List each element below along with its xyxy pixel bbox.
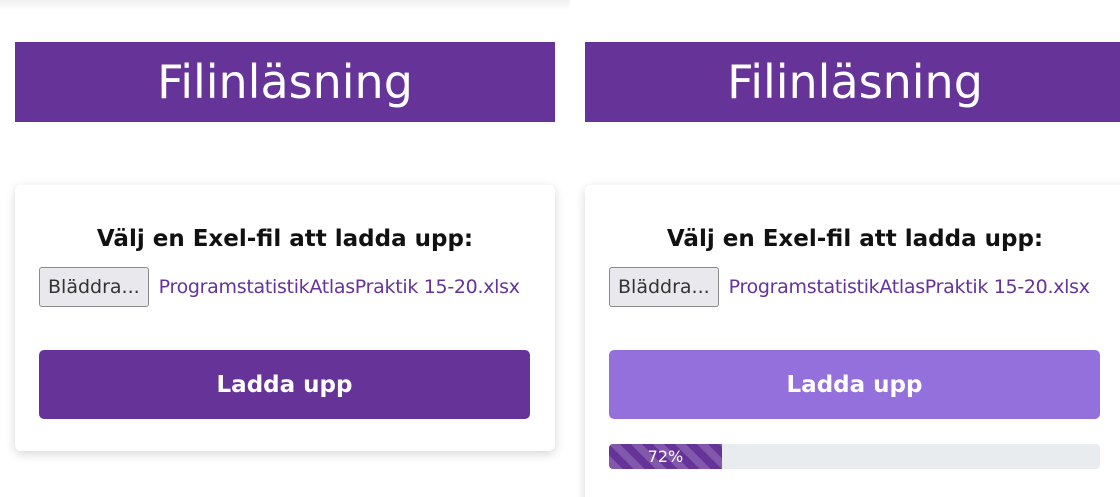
upload-progress-bar: 72%	[609, 444, 1100, 469]
page-title: Filinläsning	[157, 55, 413, 109]
file-prompt-label: Välj en Exel-fil att ladda upp:	[96, 226, 474, 252]
upload-panel-in-progress: Filinläsning Välj en Exel-fil att ladda …	[570, 0, 1120, 497]
upload-progress-label: 72%	[647, 447, 684, 466]
upload-button-disabled: Ladda upp	[609, 350, 1100, 419]
selected-file-name: ProgramstatistikAtlasPraktik 15-20.xlsx	[728, 276, 1090, 298]
file-input[interactable]: Bläddra... ProgramstatistikAtlasPraktik …	[609, 267, 1090, 307]
browse-button[interactable]: Bläddra...	[39, 267, 149, 307]
page-title: Filinläsning	[727, 55, 983, 109]
file-input[interactable]: Bläddra... ProgramstatistikAtlasPraktik …	[39, 267, 520, 307]
selected-file-name: ProgramstatistikAtlasPraktik 15-20.xlsx	[158, 276, 520, 298]
title-banner: Filinläsning	[585, 42, 1120, 122]
title-banner: Filinläsning	[15, 42, 555, 122]
top-edge-shadow	[0, 0, 570, 10]
upload-card: Välj en Exel-fil att ladda upp: Bläddra.…	[15, 185, 555, 451]
upload-button[interactable]: Ladda upp	[39, 350, 530, 419]
upload-panel-before: Filinläsning Välj en Exel-fil att ladda …	[0, 0, 570, 497]
upload-progress-fill: 72%	[609, 444, 722, 469]
browse-button[interactable]: Bläddra...	[609, 267, 719, 307]
upload-card: Välj en Exel-fil att ladda upp: Bläddra.…	[585, 185, 1120, 497]
file-prompt-label: Välj en Exel-fil att ladda upp:	[666, 226, 1044, 252]
